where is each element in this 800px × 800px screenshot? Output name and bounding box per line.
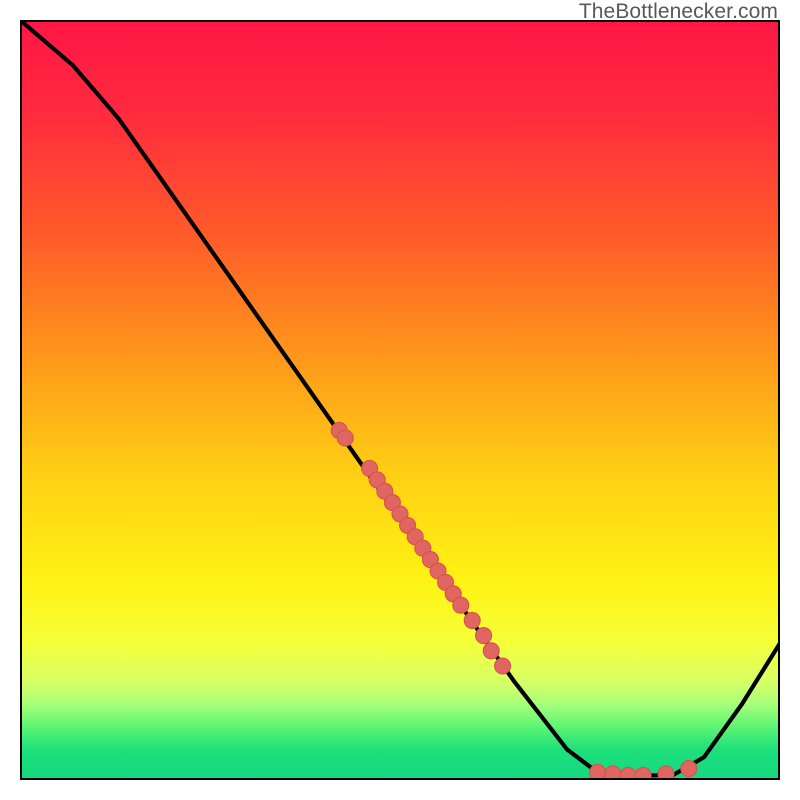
data-point	[620, 767, 636, 780]
data-point	[658, 766, 674, 780]
data-point	[464, 612, 480, 628]
data-point	[337, 430, 353, 446]
data-point	[476, 628, 492, 644]
data-point	[590, 764, 606, 780]
data-point	[495, 658, 511, 674]
data-point	[483, 643, 499, 659]
data-point	[605, 766, 621, 780]
bottleneck-curve	[20, 20, 780, 776]
data-point	[453, 597, 469, 613]
plot-area	[20, 20, 780, 780]
chart-container: TheBottlenecker.com	[0, 0, 800, 800]
data-point	[681, 761, 697, 777]
data-point	[635, 767, 651, 780]
data-points	[331, 422, 697, 780]
chart-svg	[20, 20, 780, 780]
